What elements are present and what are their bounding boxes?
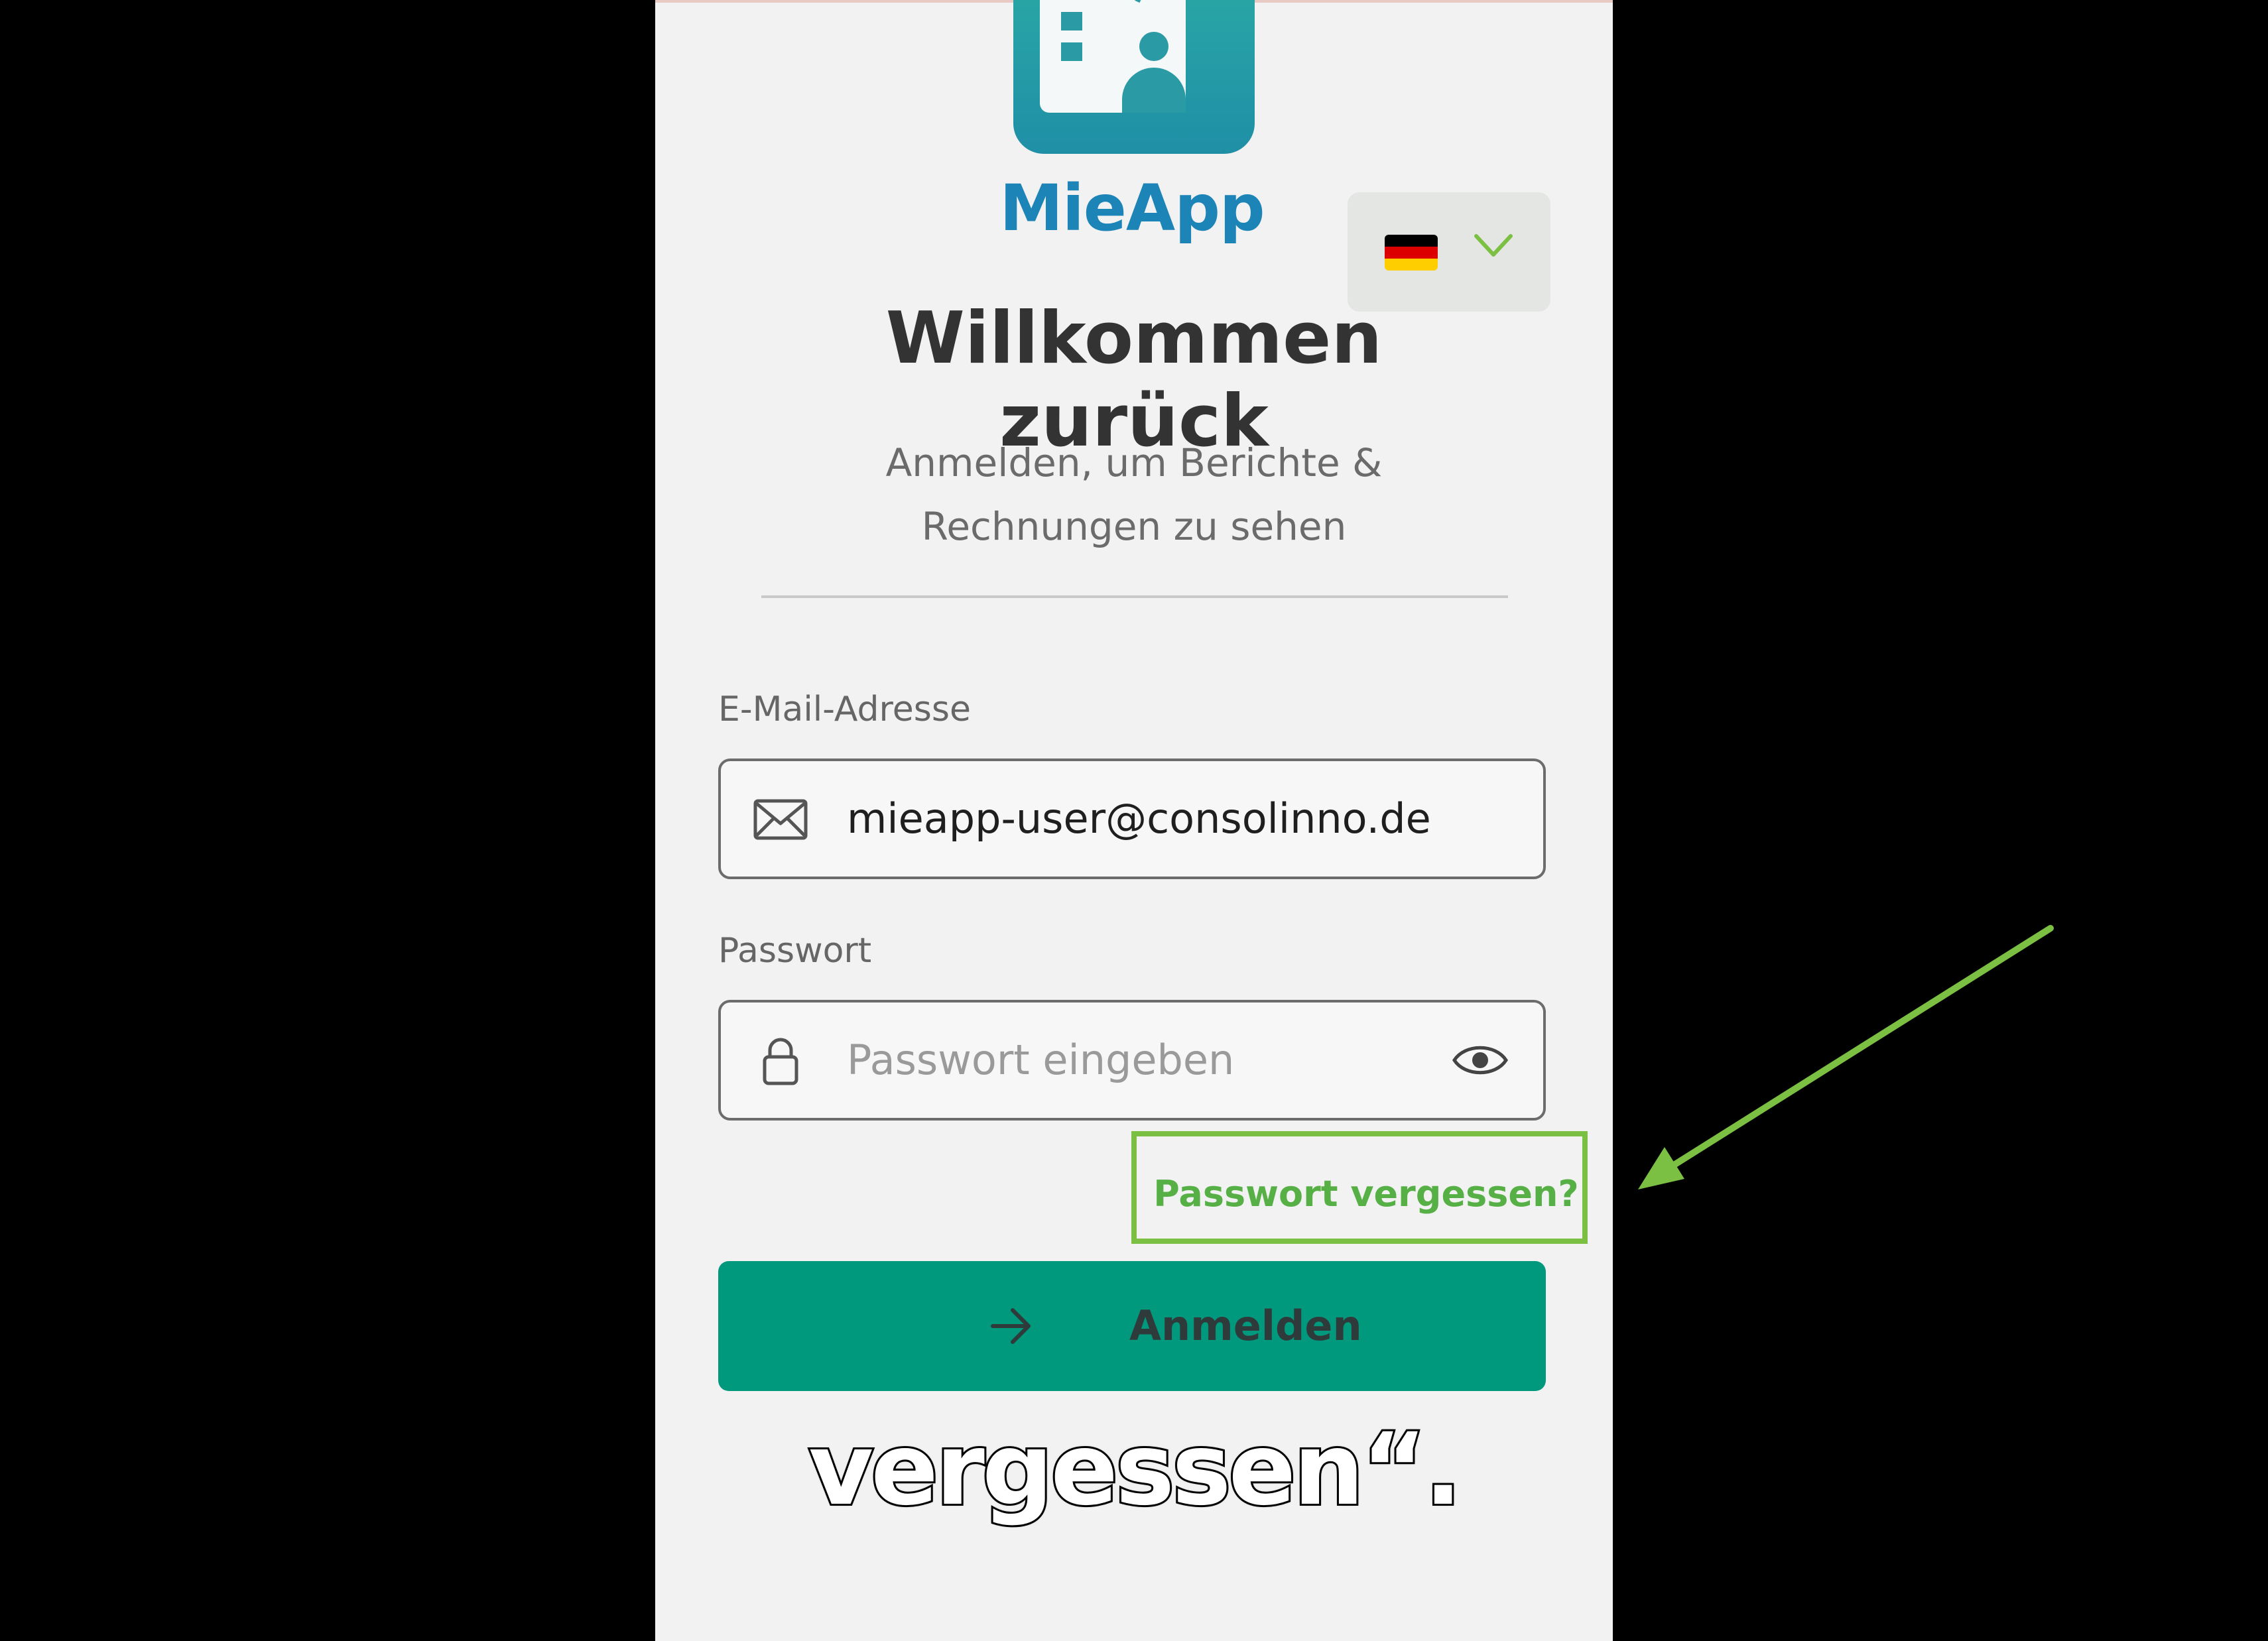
forgot-password-link[interactable]: Passwort vergessen? [1137, 1136, 1582, 1239]
phone-screen: MieApp Willkommen zurück Anmelden, um Be… [655, 0, 1613, 1641]
email-field[interactable] [718, 759, 1546, 879]
flag-stripe [1385, 259, 1438, 271]
eye-icon[interactable] [1450, 1038, 1510, 1082]
chevron-down-icon [1474, 234, 1513, 257]
video-caption: vergessen“. [806, 1410, 1464, 1530]
logo-bar [1061, 42, 1082, 61]
flag-stripe [1385, 235, 1438, 247]
divider [761, 595, 1508, 598]
password-input[interactable] [847, 1003, 1430, 1118]
language-selector[interactable] [1348, 192, 1550, 312]
logo-document-icon [1040, 0, 1186, 113]
arrow-right-icon [991, 1308, 1031, 1344]
login-button-label: Anmelden [1129, 1302, 1362, 1350]
logo-bar [1061, 12, 1082, 30]
email-input[interactable] [847, 761, 1430, 877]
logo-person-head [1139, 32, 1168, 61]
forgot-password-highlight: Passwort vergessen? [1131, 1131, 1588, 1244]
logo-slash [1135, 0, 1149, 3]
login-button[interactable]: Anmelden [718, 1261, 1546, 1391]
mail-icon [753, 799, 808, 840]
lock-icon [763, 1038, 798, 1085]
logo-person-body [1122, 68, 1186, 113]
app-name-text: MieApp [999, 171, 1265, 245]
german-flag-icon [1385, 235, 1438, 271]
annotation-arrow-icon [1638, 925, 2054, 1189]
password-label: Passwort [718, 931, 872, 971]
flag-stripe [1385, 247, 1438, 259]
app-logo [1013, 0, 1255, 154]
password-field[interactable] [718, 1000, 1546, 1121]
page-subtitle: Anmelden, um Berichte & Rechnungen zu se… [885, 440, 1383, 549]
email-label: E-Mail-Adresse [718, 690, 971, 729]
